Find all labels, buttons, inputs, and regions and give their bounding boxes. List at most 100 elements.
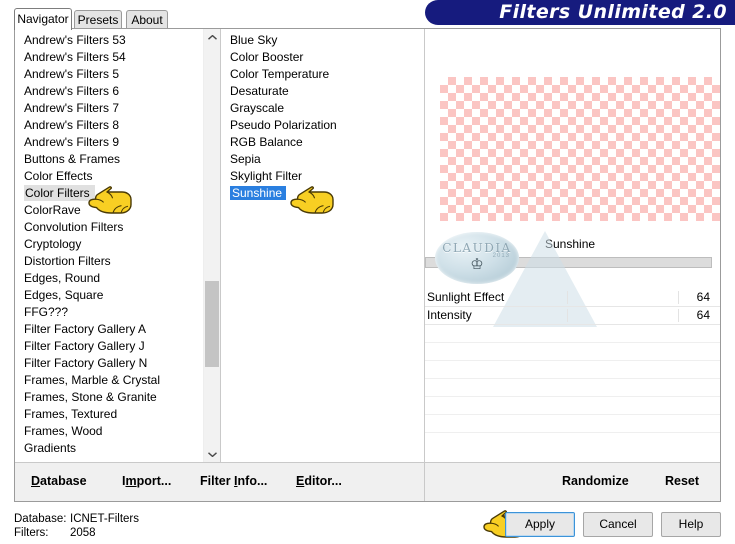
list-item[interactable]: Grayscale (221, 100, 424, 117)
slider-tick (567, 309, 568, 322)
database-post: atabase (40, 474, 87, 488)
preview-area[interactable] (425, 29, 720, 225)
list-item[interactable]: FFG??? (15, 304, 220, 321)
parameter-row-empty (425, 361, 720, 379)
list-item[interactable]: Buttons & Frames (15, 151, 220, 168)
list-item-label: Grayscale (230, 101, 285, 115)
list-item[interactable]: Pseudo Polarization (221, 117, 424, 134)
scroll-thumb[interactable] (205, 281, 219, 367)
list-item-selected[interactable]: Sunshine (221, 185, 424, 202)
database-label: Database: (14, 513, 67, 525)
category-list-scrollbar[interactable] (203, 29, 220, 463)
list-item-label: Andrew's Filters 9 (24, 135, 119, 149)
filter-info-pre: Filter (200, 474, 235, 488)
list-item[interactable]: Filter Factory Gallery N (15, 355, 220, 372)
list-item-label: Distortion Filters (24, 254, 111, 268)
list-item-label: Andrew's Filters 53 (24, 33, 126, 47)
cancel-button[interactable]: Cancel (583, 512, 653, 537)
filters-count-value: 2058 (70, 527, 96, 539)
list-item[interactable]: Andrew's Filters 54 (15, 49, 220, 66)
list-item-label: Sepia (230, 152, 261, 166)
list-item-label: Frames, Textured (24, 407, 118, 421)
list-item-label: FFG??? (24, 305, 69, 319)
filter-info-button[interactable]: Filter Info... (200, 474, 267, 488)
list-item[interactable]: Frames, Stone & Granite (15, 389, 220, 406)
tab-navigator[interactable]: Navigator (14, 8, 72, 30)
list-item-label: Cryptology (24, 237, 82, 251)
database-button[interactable]: Database (31, 474, 87, 488)
list-item[interactable]: Distortion Filters (15, 253, 220, 270)
list-item[interactable]: Andrew's Filters 7 (15, 100, 220, 117)
list-item[interactable]: Blue Sky (221, 32, 424, 49)
list-item[interactable]: Convolution Filters (15, 219, 220, 236)
list-item-label: Frames, Wood (24, 424, 103, 438)
list-item[interactable]: Frames, Textured (15, 406, 220, 423)
list-item-label: RGB Balance (230, 135, 303, 149)
status-footer: Database: ICNET-Filters Filters: 2058 Appl… (0, 504, 735, 544)
tab-presets[interactable]: Presets (74, 10, 122, 29)
list-item[interactable]: Edges, Round (15, 270, 220, 287)
tab-about[interactable]: About (126, 10, 168, 29)
list-item-selected[interactable]: Color Filters (15, 185, 220, 202)
claudia-watermark-logo: CLAUDIA 2013 ♔ (435, 232, 519, 284)
scroll-up-arrow-icon[interactable] (204, 29, 220, 46)
list-item[interactable]: Andrew's Filters 9 (15, 134, 220, 151)
list-item[interactable]: Color Effects (15, 168, 220, 185)
list-item[interactable]: Edges, Square (15, 287, 220, 304)
randomize-button[interactable]: Randomize (562, 474, 629, 488)
list-item[interactable]: Desaturate (221, 83, 424, 100)
list-item[interactable]: Andrew's Filters 6 (15, 83, 220, 100)
editor-button[interactable]: Editor... (296, 474, 342, 488)
apply-button[interactable]: Apply (505, 512, 575, 537)
list-item-label: Gradients (24, 441, 77, 455)
list-item[interactable]: Color Temperature (221, 66, 424, 83)
list-item-label: ColorRave (24, 203, 81, 217)
list-item[interactable]: Sepia (221, 151, 424, 168)
database-value: ICNET-Filters (70, 513, 139, 525)
editor-post: ditor... (304, 474, 342, 488)
database-key: D (31, 474, 41, 488)
import-key: m (125, 474, 137, 488)
category-list[interactable]: Andrew's Filters 53 Andrew's Filters 54 An… (15, 29, 220, 463)
parameter-row[interactable]: Sunlight Effect 64 (425, 289, 720, 307)
list-item[interactable]: Frames, Wood (15, 423, 220, 440)
parameter-row-empty (425, 325, 720, 343)
list-item-label: Color Booster (230, 50, 304, 64)
slider-tick (678, 291, 679, 304)
list-item[interactable]: Frames, Marble & Crystal (15, 372, 220, 389)
list-item-label: Pseudo Polarization (230, 118, 337, 132)
list-item[interactable]: Color Booster (221, 49, 424, 66)
filter-list[interactable]: Blue Sky Color Booster Color Temperature De… (221, 29, 424, 463)
preview-image-transparency-checkerboard[interactable] (440, 77, 720, 221)
parameter-list: Sunlight Effect 64 Intensity 64 (425, 231, 720, 463)
list-item[interactable]: Andrew's Filters 53 (15, 32, 220, 49)
list-item[interactable]: Filter Factory Gallery A (15, 321, 220, 338)
filters-unlimited-window: Navigator Presets About Filters Unlimite… (0, 0, 735, 544)
parameter-row[interactable]: Intensity 64 (425, 307, 720, 325)
logo-figure-icon: ♔ (470, 256, 484, 273)
parameter-row-empty (425, 343, 720, 361)
command-strip: Database Import... Filter Info... Editor… (15, 462, 720, 501)
list-item[interactable]: Andrew's Filters 8 (15, 117, 220, 134)
app-title-banner: Filters Unlimited 2.0 (425, 0, 735, 25)
list-item[interactable]: Cryptology (15, 236, 220, 253)
help-button[interactable]: Help (661, 512, 721, 537)
import-button[interactable]: Import... (122, 474, 171, 488)
list-item[interactable]: RGB Balance (221, 134, 424, 151)
scroll-down-arrow-icon[interactable] (204, 446, 220, 463)
list-item[interactable]: Skylight Filter (221, 168, 424, 185)
app-title-text: Filters Unlimited 2.0 (499, 1, 727, 23)
category-list-panel: Andrew's Filters 53 Andrew's Filters 54 An… (15, 29, 220, 463)
list-item-label: Andrew's Filters 8 (24, 118, 119, 132)
parameter-row-empty (425, 379, 720, 397)
list-item[interactable]: Andrew's Filters 5 (15, 66, 220, 83)
list-item[interactable]: Gradients (15, 440, 220, 457)
list-item[interactable]: Filter Factory Gallery J (15, 338, 220, 355)
list-item-label: Edges, Round (24, 271, 101, 285)
list-item-label: Edges, Square (24, 288, 104, 302)
slider-tick (678, 309, 679, 322)
parameter-row-empty (425, 415, 720, 433)
list-item-label: Desaturate (230, 84, 289, 98)
reset-button[interactable]: Reset (665, 474, 699, 488)
list-item[interactable]: ColorRave (15, 202, 220, 219)
